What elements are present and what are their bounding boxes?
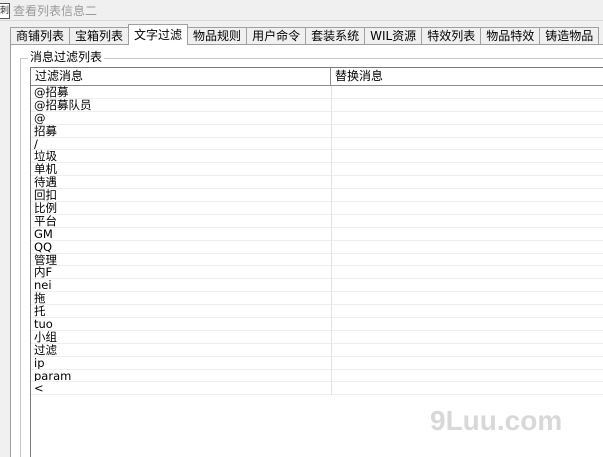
replace-cell <box>331 357 603 369</box>
tab-1[interactable]: 宝箱列表 <box>69 27 130 44</box>
tab-5[interactable]: 套装系统 <box>305 27 366 44</box>
list-item[interactable]: 招募 <box>31 125 603 138</box>
list-item[interactable]: 待遇 <box>31 176 603 190</box>
column-header-replace[interactable]: 替换消息 <box>331 68 603 85</box>
list-item[interactable]: 管理 <box>31 254 603 267</box>
replace-cell <box>331 241 603 253</box>
filter-list[interactable]: 过滤消息 替换消息 @招募 @招募队员 @ 招募 / 垃圾 单机 待遇 回扣 比例 平台 GM QQ 管理… <box>30 67 603 457</box>
list-item[interactable]: nei <box>31 279 603 293</box>
replace-cell <box>331 112 603 124</box>
tab-7[interactable]: 特效列表 <box>421 27 482 44</box>
replace-cell <box>331 266 603 278</box>
filter-cell: 平台 <box>34 214 57 227</box>
list-item[interactable]: / <box>31 138 603 151</box>
window-title: 查看列表信息二 <box>13 4 98 18</box>
column-divider <box>331 86 332 396</box>
list-item[interactable]: 垃圾 <box>31 150 603 164</box>
replace-cell <box>331 163 603 175</box>
column-header-filter[interactable]: 过滤消息 <box>31 68 331 85</box>
replace-cell <box>331 202 603 214</box>
tab-0[interactable]: 商铺列表 <box>10 27 71 44</box>
list-item[interactable]: 过滤 <box>31 344 603 357</box>
tab-9[interactable]: 铸造物品 <box>539 27 600 44</box>
filter-cell: GM <box>34 227 53 240</box>
filter-cell: @ <box>34 111 46 124</box>
list-item[interactable]: ip <box>31 357 603 370</box>
filter-cell: nei <box>34 279 52 292</box>
filter-cell: 过滤 <box>34 343 57 356</box>
filter-cell: 拖 <box>34 292 46 305</box>
replace-cell <box>331 150 603 162</box>
tab-2[interactable]: 文字过滤 <box>128 24 189 45</box>
filter-cell: 单机 <box>34 163 57 176</box>
filter-cell: param <box>34 369 72 382</box>
filter-cell: ip <box>34 356 45 369</box>
list-item[interactable]: 托 <box>31 305 603 319</box>
filter-cell: 管理 <box>34 253 57 266</box>
list-item[interactable]: 内F <box>31 266 603 280</box>
filter-cell: QQ <box>34 240 53 253</box>
watermark: 9Luu.com <box>430 405 563 436</box>
replace-cell <box>331 292 603 304</box>
replace-cell <box>331 331 603 343</box>
filter-cell: 待遇 <box>34 176 57 189</box>
list-item[interactable]: 单机 <box>31 163 603 177</box>
tab-4[interactable]: 用户命令 <box>246 27 307 44</box>
replace-cell <box>331 215 603 227</box>
app-icon: 刺 <box>0 3 10 19</box>
list-rows: @招募 @招募队员 @ 招募 / 垃圾 单机 待遇 回扣 比例 平台 GM QQ 管理 内F nei 拖托 tuo… <box>31 86 603 396</box>
title-bar: 刺 查看列表信息二 <box>0 0 603 21</box>
list-item[interactable]: 拖 <box>31 292 603 306</box>
list-item[interactable]: @ <box>31 112 603 125</box>
replace-cell <box>331 254 603 266</box>
filter-cell: 垃圾 <box>34 150 57 163</box>
filter-cell: 小组 <box>34 330 57 343</box>
filter-cell: @招募队员 <box>34 98 92 111</box>
list-item[interactable]: 小组 <box>31 331 603 344</box>
filter-cell: < <box>34 382 44 395</box>
filter-cell: @招募 <box>34 86 69 98</box>
replace-cell <box>331 318 603 330</box>
replace-cell <box>331 99 603 111</box>
list-item[interactable]: tuo <box>31 318 603 331</box>
list-item[interactable]: 回扣 <box>31 189 603 203</box>
tab-6[interactable]: WIL资源 <box>364 27 423 44</box>
replace-cell <box>331 344 603 356</box>
replace-cell <box>331 86 603 98</box>
filter-cell: 招募 <box>34 124 57 137</box>
filter-group-label: 消息过滤列表 <box>28 50 105 64</box>
filter-cell: 托 <box>34 305 46 318</box>
replace-cell <box>331 125 603 137</box>
replace-cell <box>331 305 603 317</box>
tab-8[interactable]: 物品特效 <box>480 27 541 44</box>
filter-cell: tuo <box>34 318 53 330</box>
list-item[interactable]: < <box>31 382 603 396</box>
list-item[interactable]: GM <box>31 228 603 241</box>
list-item[interactable]: QQ <box>31 241 603 254</box>
replace-cell <box>331 228 603 240</box>
filter-cell: 内F <box>34 266 53 279</box>
replace-cell <box>331 279 603 291</box>
replace-cell <box>331 189 603 201</box>
tab-strip: 商铺列表 宝箱列表 文字过滤 物品规则 用户命令 套装系统 WIL资源 特效列表 物品特效 铸造物… <box>10 24 603 45</box>
filter-cell: / <box>34 137 38 150</box>
list-item[interactable]: 比例 <box>31 202 603 215</box>
list-header: 过滤消息 替换消息 <box>31 68 603 86</box>
tab-3[interactable]: 物品规则 <box>187 27 248 44</box>
list-item[interactable]: @招募队员 <box>31 99 603 112</box>
replace-cell <box>331 176 603 188</box>
replace-cell <box>331 370 603 382</box>
list-item[interactable]: 平台 <box>31 215 603 228</box>
replace-cell <box>331 382 603 394</box>
list-item[interactable]: @招募 <box>31 86 603 99</box>
list-item[interactable]: param <box>31 370 603 383</box>
replace-cell <box>331 138 603 150</box>
filter-cell: 回扣 <box>34 189 57 202</box>
filter-cell: 比例 <box>34 202 57 214</box>
